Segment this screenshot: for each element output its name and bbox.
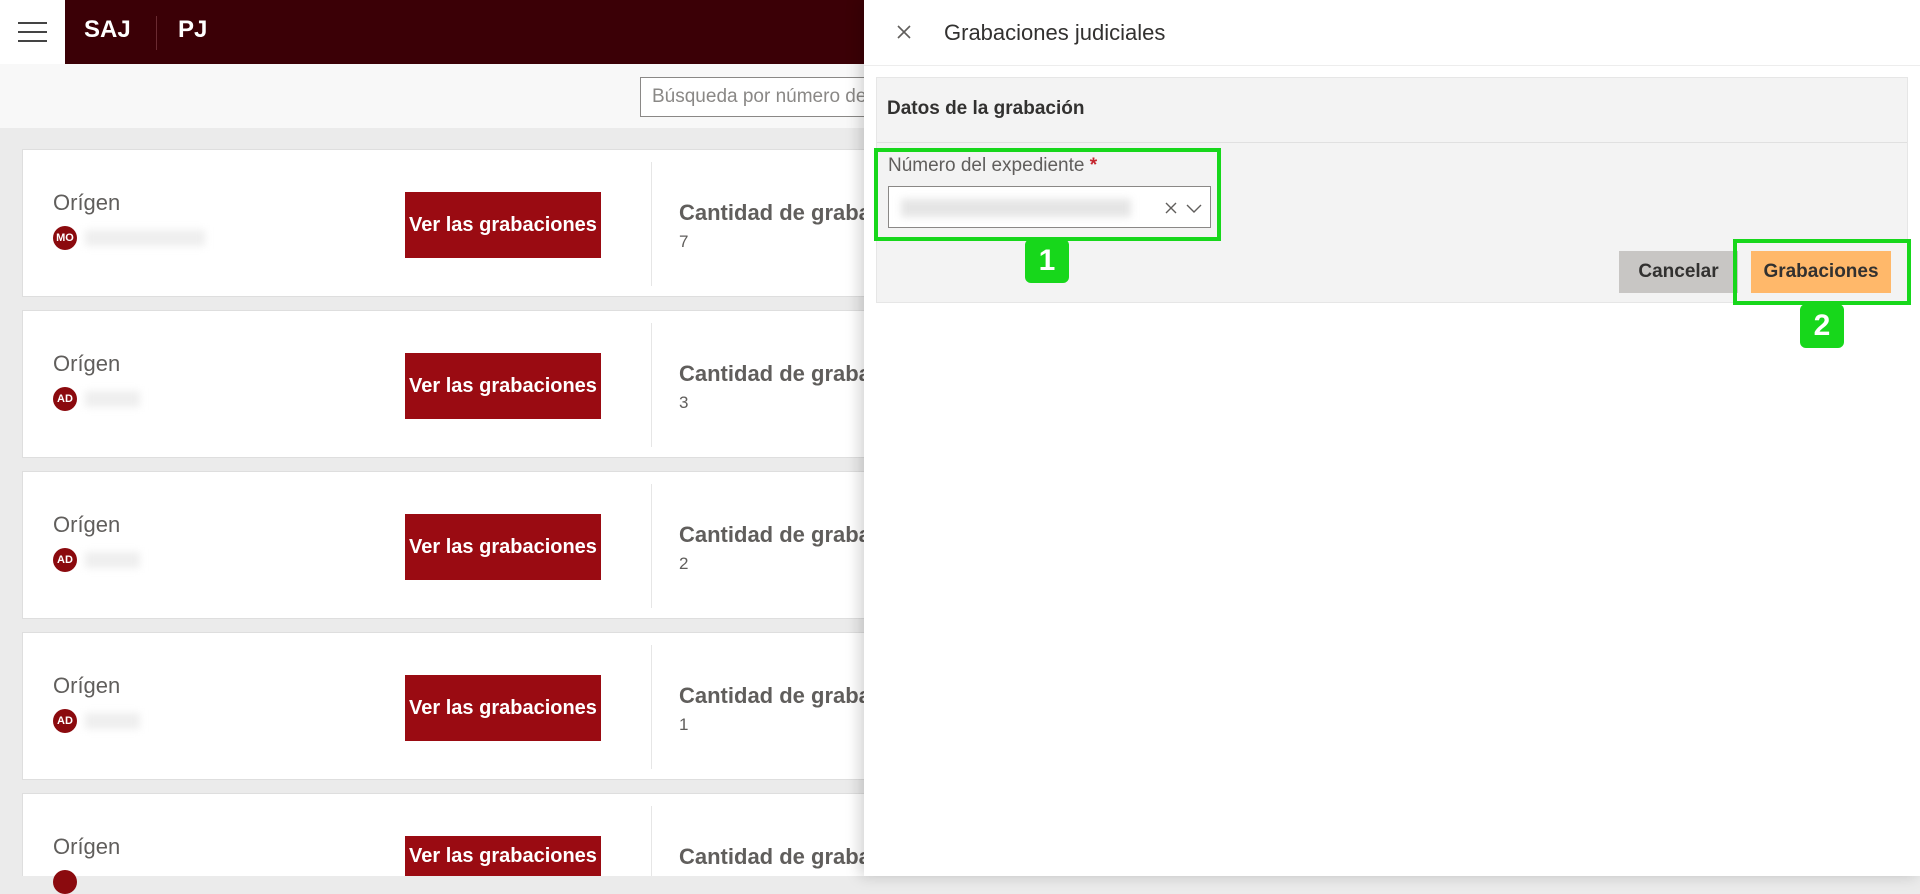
card-divider [651, 323, 652, 447]
view-recordings-button[interactable]: Ver las grabaciones [405, 836, 601, 876]
panel-title: Grabaciones judiciales [944, 20, 1166, 45]
view-recordings-button[interactable]: Ver las grabaciones [405, 675, 601, 741]
brand-saj: SAJ [84, 16, 131, 43]
view-recordings-button[interactable]: Ver las grabaciones [405, 514, 601, 580]
recordings-count-value: 3 [679, 393, 689, 412]
highlight-box-2 [1733, 239, 1911, 305]
avatar: AD [53, 548, 77, 572]
origin-label: Orígen [53, 834, 121, 859]
origin-name-redacted [85, 552, 140, 568]
origin-label: Orígen [53, 351, 121, 376]
origin-label: Orígen [53, 512, 121, 537]
card-divider [651, 162, 652, 286]
section-header: Datos de la grabación [877, 78, 1907, 143]
recordings-count-value: 7 [679, 232, 689, 251]
origin-name-redacted [85, 230, 205, 246]
step-badge-1: 1 [1025, 239, 1069, 283]
brand-pj: PJ [178, 16, 208, 43]
avatar: MO [53, 226, 77, 250]
close-icon[interactable] [892, 20, 916, 44]
recordings-panel: Grabaciones judiciales Datos de la graba… [864, 0, 1920, 876]
cancel-button[interactable]: Cancelar [1619, 251, 1738, 293]
avatar: AD [53, 387, 77, 411]
card-divider [651, 484, 652, 608]
avatar: AD [53, 709, 77, 733]
panel-header: Grabaciones judiciales [864, 0, 1920, 66]
origin-name-redacted [85, 713, 140, 729]
origin-label: Orígen [53, 190, 121, 215]
card-divider [651, 645, 652, 769]
highlight-box-1 [874, 148, 1221, 241]
avatar [53, 870, 77, 894]
menu-icon[interactable] [0, 0, 65, 64]
section-title: Datos de la grabación [887, 98, 1085, 119]
recordings-count-value: 1 [679, 715, 689, 734]
brand-divider [156, 16, 157, 50]
view-recordings-button[interactable]: Ver las grabaciones [405, 353, 601, 419]
origin-label: Orígen [53, 673, 121, 698]
step-badge-2: 2 [1800, 304, 1844, 348]
card-divider [651, 806, 652, 876]
view-recordings-button[interactable]: Ver las grabaciones [405, 192, 601, 258]
origin-name-redacted [85, 391, 140, 407]
recordings-count-value: 2 [679, 554, 689, 573]
